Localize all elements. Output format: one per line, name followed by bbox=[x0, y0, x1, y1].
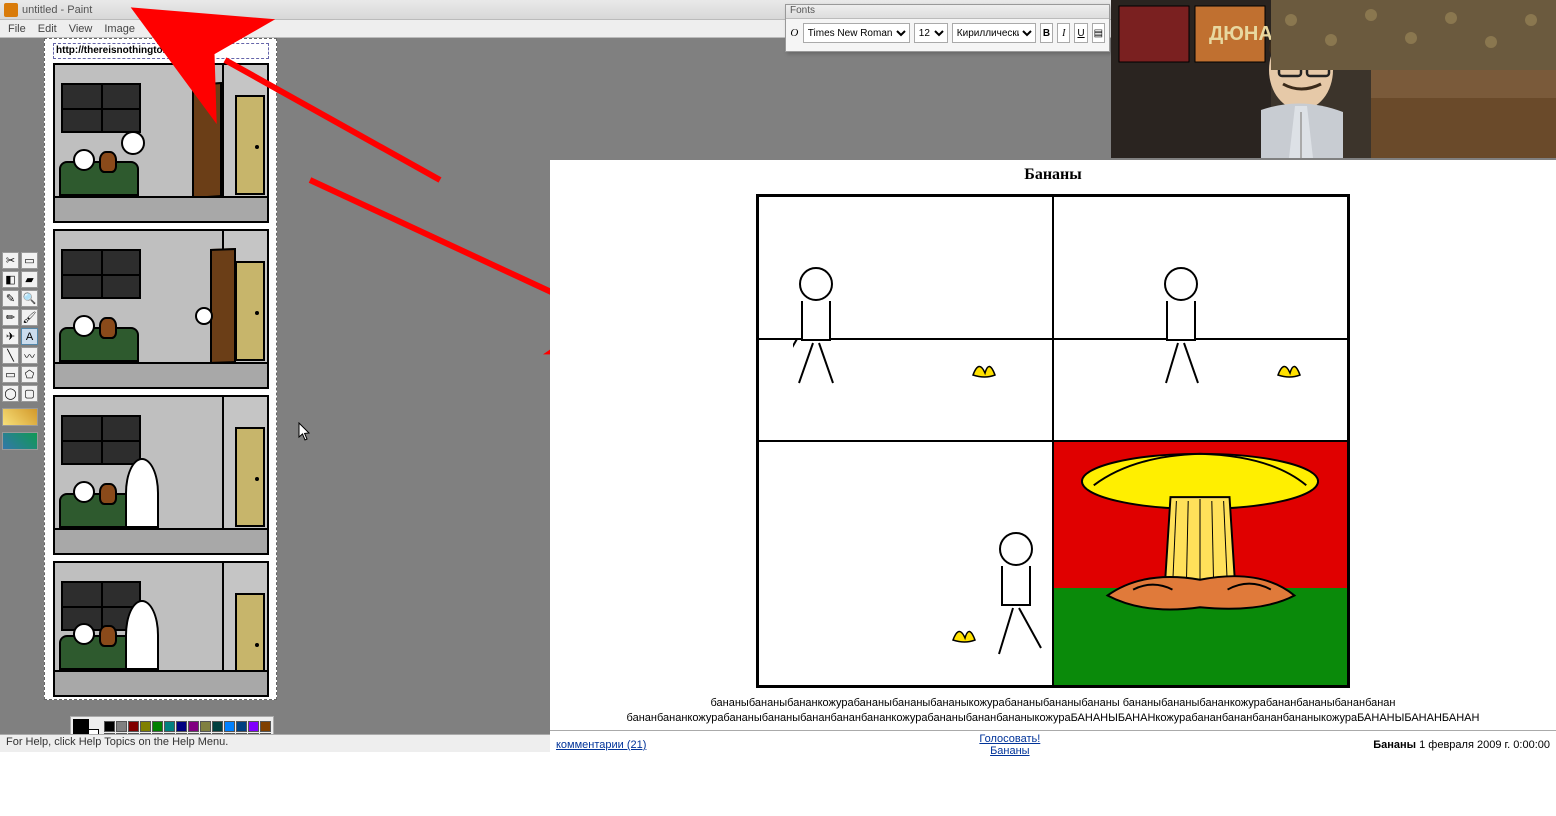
comments-link[interactable]: комментарии (21) bbox=[556, 739, 646, 751]
tool-brush[interactable]: 🖌 bbox=[21, 309, 38, 326]
tool-text[interactable]: A bbox=[21, 328, 38, 345]
palette-color[interactable] bbox=[248, 721, 259, 732]
comic-cell-4 bbox=[1053, 441, 1348, 686]
comic-cell-1 bbox=[758, 196, 1053, 441]
panel-1 bbox=[53, 63, 269, 223]
menu-edit[interactable]: Edit bbox=[38, 23, 57, 35]
palette-color[interactable] bbox=[164, 721, 175, 732]
svg-text:ДЮНА: ДЮНА bbox=[1209, 23, 1273, 45]
page-footer: комментарии (21) Голосовать! Бананы Бана… bbox=[550, 730, 1556, 757]
palette-color[interactable] bbox=[236, 721, 247, 732]
date-text: 1 февраля 2009 г. 0:00:00 bbox=[1419, 739, 1550, 751]
menu-help[interactable]: Help bbox=[191, 23, 214, 35]
palette-color[interactable] bbox=[152, 721, 163, 732]
font-sample-icon: O bbox=[790, 27, 799, 39]
palette-color[interactable] bbox=[260, 721, 271, 732]
app-icon bbox=[4, 3, 18, 17]
panel-3 bbox=[53, 395, 269, 555]
body-line-2: бананбананкожурабананыбананыбананбананба… bbox=[570, 711, 1536, 726]
font-family-select[interactable]: Times New Roman bbox=[803, 23, 910, 43]
title-inline: Бананы bbox=[1373, 739, 1416, 751]
tool-curve[interactable]: 〰 bbox=[21, 347, 38, 364]
tool-airbrush[interactable]: ✈ bbox=[2, 328, 19, 345]
panel-2 bbox=[53, 229, 269, 389]
tool-roundrect[interactable]: ▢ bbox=[21, 385, 38, 402]
underline-button[interactable]: U bbox=[1074, 23, 1087, 43]
text-edit-box[interactable]: http://thereisnothingtohide.ru/ bbox=[53, 43, 269, 59]
body-line-1: бананыбананыбананкожурабананыбананыбанан… bbox=[570, 696, 1536, 711]
vote-link[interactable]: Голосовать! bbox=[979, 733, 1040, 745]
webcam-image: ДЮНА bbox=[1111, 0, 1556, 158]
comic-cell-3 bbox=[758, 441, 1053, 686]
menu-file[interactable]: File bbox=[8, 23, 26, 35]
palette-color[interactable] bbox=[188, 721, 199, 732]
tag-link[interactable]: Бананы bbox=[990, 745, 1030, 757]
font-charset-select[interactable]: Кириллический bbox=[952, 23, 1036, 43]
webpage-panel: Бананы bbox=[550, 160, 1556, 816]
fonts-toolbar[interactable]: Fonts O Times New Roman 12 Кириллический… bbox=[785, 4, 1110, 52]
tool-magnifier[interactable]: 🔍 bbox=[21, 290, 38, 307]
tool-fill[interactable]: ▰ bbox=[21, 271, 38, 288]
tool-freeform-select[interactable]: ✂ bbox=[2, 252, 19, 269]
tool-select[interactable]: ▭ bbox=[21, 252, 38, 269]
window-title: untitled - Paint bbox=[22, 4, 92, 16]
menu-colors[interactable]: Colors bbox=[147, 23, 179, 35]
palette-color[interactable] bbox=[176, 721, 187, 732]
tool-rect[interactable]: ▭ bbox=[2, 366, 19, 383]
web-comic-grid bbox=[756, 194, 1350, 688]
text-bg-button[interactable]: ▤ bbox=[1092, 23, 1105, 43]
palette-color[interactable] bbox=[140, 721, 151, 732]
font-size-select[interactable]: 12 bbox=[914, 23, 948, 43]
menu-view[interactable]: View bbox=[69, 23, 93, 35]
palette-color[interactable] bbox=[200, 721, 211, 732]
comic-strip: http://thereisnothingtohide.ru/ bbox=[45, 39, 276, 699]
webcam-overlay: ДЮНА bbox=[1111, 0, 1556, 158]
palette-color[interactable] bbox=[104, 721, 115, 732]
tool-opt-2[interactable] bbox=[2, 432, 38, 450]
palette-color[interactable] bbox=[224, 721, 235, 732]
tool-line[interactable]: ╲ bbox=[2, 347, 19, 364]
palette-color[interactable] bbox=[212, 721, 223, 732]
canvas[interactable]: http://thereisnothingtohide.ru/ bbox=[44, 38, 277, 700]
palette-color[interactable] bbox=[116, 721, 127, 732]
panel-4 bbox=[53, 561, 269, 697]
italic-button[interactable]: I bbox=[1057, 23, 1070, 43]
menu-image[interactable]: Image bbox=[104, 23, 135, 35]
tool-opt-1[interactable] bbox=[2, 408, 38, 426]
tool-pencil[interactable]: ✏ bbox=[2, 309, 19, 326]
date-label: Бананы 1 февраля 2009 г. 0:00:00 bbox=[1373, 739, 1550, 751]
toolbox: ✂ ▭ ◧ ▰ ✎ 🔍 ✏ 🖌 ✈ A ╲ 〰 ▭ ⬠ ◯ ▢ bbox=[2, 252, 42, 450]
tool-picker[interactable]: ✎ bbox=[2, 290, 19, 307]
tool-polygon[interactable]: ⬠ bbox=[21, 366, 38, 383]
tool-ellipse[interactable]: ◯ bbox=[2, 385, 19, 402]
bold-button[interactable]: B bbox=[1040, 23, 1053, 43]
fonts-header: Fonts bbox=[786, 5, 1109, 19]
page-title: Бананы bbox=[550, 166, 1556, 184]
palette-color[interactable] bbox=[128, 721, 139, 732]
tool-eraser[interactable]: ◧ bbox=[2, 271, 19, 288]
comic-cell-2 bbox=[1053, 196, 1348, 441]
status-text: For Help, click Help Topics on the Help … bbox=[6, 736, 228, 748]
body-text: бананыбананыбананкожурабананыбананыбанан… bbox=[570, 696, 1536, 726]
